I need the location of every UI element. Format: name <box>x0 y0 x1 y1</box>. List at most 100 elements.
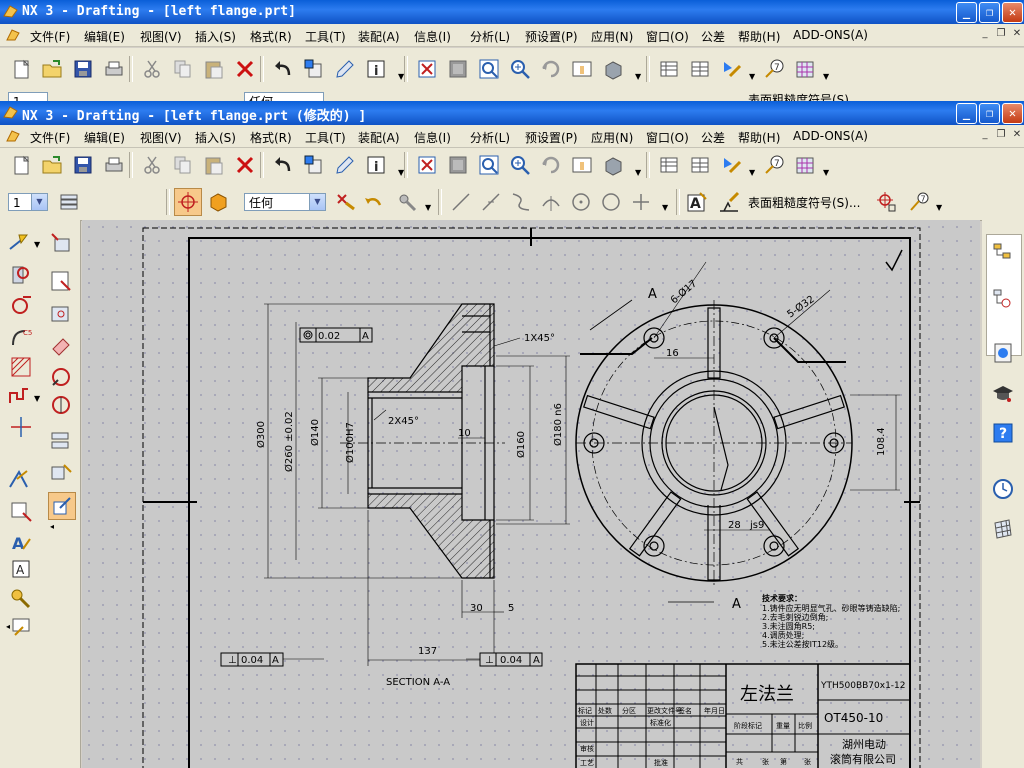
training-icon[interactable] <box>990 380 1016 406</box>
datum-target-icon[interactable] <box>874 189 900 215</box>
menu-item-9[interactable]: 预设置(P) <box>525 28 578 45</box>
paste-icon[interactable] <box>201 152 227 178</box>
menu-item-12[interactable]: 公差 <box>701 28 725 45</box>
drawing-canvas[interactable]: ⊥ ⊥ 0.02 A 0.04 A 0.04 A 1X45° 2X45° Ø30… <box>82 220 980 768</box>
break-view-icon[interactable] <box>6 384 32 410</box>
detail-view-icon[interactable] <box>48 300 74 326</box>
cut-icon[interactable] <box>139 152 165 178</box>
menu-item-1[interactable]: 编辑(E) <box>84 28 125 45</box>
restore-button[interactable]: ❐ <box>979 103 1000 124</box>
menu-item-4[interactable]: 格式(R) <box>250 28 292 45</box>
base-view-icon[interactable] <box>8 262 34 288</box>
balloon-callout-icon[interactable]: 7 <box>761 56 787 82</box>
section-line-icon[interactable] <box>48 392 74 418</box>
document-icon[interactable] <box>6 129 22 143</box>
layer-combo[interactable]: 1 ▼ <box>8 193 48 211</box>
menu-item-3[interactable]: 插入(S) <box>195 129 236 146</box>
properties-icon[interactable] <box>301 56 327 82</box>
spline-icon[interactable] <box>508 189 534 215</box>
toolbar-dropdown-arrow[interactable]: ▼ <box>823 72 829 81</box>
open-folder-icon[interactable] <box>39 152 65 178</box>
drawing-table-icon[interactable] <box>687 56 713 82</box>
arc-icon[interactable] <box>538 189 564 215</box>
fit-view-icon[interactable] <box>414 152 440 178</box>
point-constructor-icon[interactable] <box>332 189 358 215</box>
centerline-icon[interactable] <box>8 414 34 440</box>
menu-item-6[interactable]: 装配(A) <box>358 129 400 146</box>
paste-icon[interactable] <box>201 56 227 82</box>
save-icon[interactable] <box>70 56 96 82</box>
close-button[interactable]: ✕ <box>1002 2 1023 23</box>
toolbar-dropdown-arrow[interactable]: ▼ <box>823 168 829 177</box>
hatch-icon[interactable] <box>8 354 34 380</box>
pencil-flag-icon[interactable] <box>718 152 744 178</box>
view-import-icon[interactable] <box>48 230 74 256</box>
undo-icon[interactable] <box>270 56 296 82</box>
toolbar-dropdown-arrow[interactable]: ▼ <box>635 72 641 81</box>
menu-item-13[interactable]: 帮助(H) <box>738 129 780 146</box>
menu-item-7[interactable]: 信息(I) <box>414 28 451 45</box>
copy-icon[interactable] <box>170 56 196 82</box>
properties-icon[interactable] <box>301 152 327 178</box>
zoom-box-icon[interactable] <box>476 152 502 178</box>
grid-color-icon[interactable] <box>792 56 818 82</box>
zoom-window-icon[interactable] <box>445 56 471 82</box>
circle-icon[interactable] <box>598 189 624 215</box>
pan-icon[interactable] <box>569 56 595 82</box>
menu-item-12[interactable]: 公差 <box>701 129 725 146</box>
help-icon[interactable]: ? <box>990 420 1016 446</box>
menu-item-11[interactable]: 窗口(O) <box>646 129 689 146</box>
document-close-button[interactable]: ✕ <box>1010 28 1024 40</box>
surface-finish-icon[interactable] <box>716 189 742 215</box>
note-text-icon[interactable]: A <box>684 189 710 215</box>
info-icon[interactable]: i <box>363 152 389 178</box>
menu-item-5[interactable]: 工具(T) <box>305 28 346 45</box>
document-restore-button[interactable]: ❐ <box>994 28 1008 40</box>
menu-item-7[interactable]: 信息(I) <box>414 129 451 146</box>
zoom-in-icon[interactable] <box>507 56 533 82</box>
toolbar-dropdown-arrow[interactable]: ▼ <box>749 72 755 81</box>
point-plus-icon[interactable] <box>628 189 654 215</box>
toolbar-dropdown-arrow[interactable]: ▼ <box>398 72 404 81</box>
undo-snap-icon[interactable] <box>360 189 386 215</box>
part-navigator-icon[interactable] <box>990 286 1016 312</box>
menu-item-1[interactable]: 编辑(E) <box>84 129 125 146</box>
shaded-view-icon[interactable] <box>600 152 626 178</box>
edit-style-icon[interactable] <box>48 492 76 520</box>
menu-item-5[interactable]: 工具(T) <box>305 129 346 146</box>
save-icon[interactable] <box>70 152 96 178</box>
shaded-view-icon[interactable] <box>600 56 626 82</box>
edit-object-icon[interactable] <box>332 152 358 178</box>
circle-center-icon[interactable] <box>568 189 594 215</box>
section-cut-icon[interactable]: C5 <box>8 324 34 350</box>
pencil-flag-icon[interactable] <box>718 56 744 82</box>
wrench-snap-icon[interactable] <box>394 189 420 215</box>
menu-item-0[interactable]: 文件(F) <box>30 129 70 146</box>
menu-item-11[interactable]: 窗口(O) <box>646 28 689 45</box>
restore-button[interactable]: ❐ <box>979 2 1000 23</box>
close-button[interactable]: ✕ <box>1002 103 1023 124</box>
menu-item-8[interactable]: 分析(L) <box>470 28 510 45</box>
layer-table-icon[interactable] <box>656 56 682 82</box>
print-icon[interactable] <box>101 152 127 178</box>
delete-icon[interactable] <box>232 56 258 82</box>
history-palette-icon[interactable] <box>990 340 1016 366</box>
menu-item-9[interactable]: 预设置(P) <box>525 129 578 146</box>
document-min-button[interactable]: _ <box>978 129 992 141</box>
new-file-icon[interactable] <box>8 56 34 82</box>
minimize-button[interactable]: _ <box>956 103 977 124</box>
edit-object-icon[interactable] <box>332 56 358 82</box>
layer-table-icon[interactable] <box>656 152 682 178</box>
document-min-button[interactable]: _ <box>978 28 992 40</box>
menu-item-8[interactable]: 分析(L) <box>470 129 510 146</box>
drawing-table-icon[interactable] <box>687 152 713 178</box>
menu-item-10[interactable]: 应用(N) <box>591 129 633 146</box>
new-file-icon[interactable] <box>8 152 34 178</box>
snap-box-icon[interactable] <box>205 188 231 214</box>
menu-item-0[interactable]: 文件(F) <box>30 28 70 45</box>
menu-item-2[interactable]: 视图(V) <box>140 28 182 45</box>
text-box-icon[interactable]: A <box>8 558 34 584</box>
rotate-icon[interactable] <box>538 56 564 82</box>
menu-item-6[interactable]: 装配(A) <box>358 28 400 45</box>
zoom-window-icon[interactable] <box>445 152 471 178</box>
